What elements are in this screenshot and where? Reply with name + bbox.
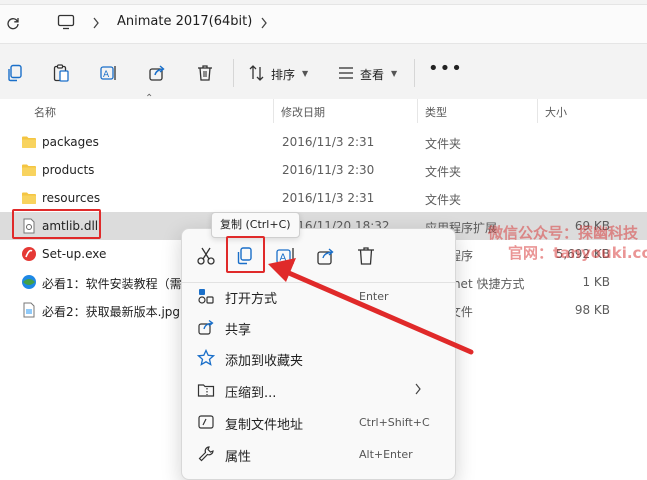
file-row[interactable]: products 2016/11/3 2:30 文件夹 — [0, 156, 647, 184]
file-type: 文件夹 — [425, 165, 462, 179]
url-shortcut-icon — [22, 275, 36, 289]
share-icon — [198, 319, 214, 335]
cut-icon[interactable] — [195, 245, 217, 267]
chevron-down-icon[interactable]: ▼ — [302, 69, 308, 78]
watermark-line2: 官网：tanyouki.com — [508, 244, 647, 262]
more-options-button[interactable]: ••• — [428, 60, 463, 78]
share-icon[interactable] — [147, 63, 167, 83]
copy-icon[interactable] — [5, 63, 25, 83]
file-row[interactable]: packages 2016/11/3 2:31 文件夹 — [0, 128, 647, 156]
menu-item-label: 添加到收藏夹 — [225, 354, 304, 369]
zip-folder-icon — [197, 384, 215, 397]
sort-button-label[interactable]: 排序 — [271, 66, 295, 83]
breadcrumb-current-folder[interactable]: Animate 2017(64bit) — [117, 14, 252, 29]
column-divider[interactable] — [273, 99, 274, 123]
file-date: 2016/11/3 2:31 — [282, 135, 375, 149]
star-icon — [197, 349, 215, 366]
menu-item-label: 打开方式 — [225, 292, 278, 307]
file-type: 文件夹 — [425, 193, 462, 207]
this-pc-icon[interactable] — [57, 14, 75, 30]
file-date: 2016/11/3 2:31 — [282, 191, 375, 205]
menu-item-compress[interactable]: 压缩到... — [182, 375, 455, 405]
refresh-icon[interactable] — [6, 16, 20, 30]
menu-item-open-with[interactable]: 打开方式 Enter — [182, 281, 455, 311]
menu-item-properties[interactable]: 属性 Alt+Enter — [182, 439, 455, 469]
column-divider[interactable] — [537, 99, 538, 123]
toolbar-separator — [414, 59, 415, 87]
file-name: 必看2：获取最新版本.jpg — [42, 305, 181, 319]
svg-text:A: A — [280, 253, 287, 264]
view-icon[interactable] — [336, 63, 356, 83]
view-button-label[interactable]: 查看 — [360, 66, 384, 83]
column-header: 名称 修改日期 类型 大小 — [0, 99, 647, 123]
sort-icon[interactable] — [247, 63, 267, 83]
share-icon[interactable] — [315, 245, 337, 267]
menu-item-shortcut: Ctrl+Shift+C — [359, 416, 430, 429]
menu-item-shortcut: Alt+Enter — [359, 448, 413, 461]
column-header-name[interactable]: 名称 — [34, 104, 56, 120]
highlight-box-file — [12, 209, 101, 239]
file-name: Set-up.exe — [42, 247, 107, 261]
column-divider[interactable] — [417, 99, 418, 123]
column-header-date[interactable]: 修改日期 — [281, 104, 325, 120]
file-name: 必看1：软件安装教程（需 — [42, 277, 182, 291]
column-header-type[interactable]: 类型 — [425, 104, 447, 120]
menu-item-label: 共享 — [225, 323, 252, 338]
file-name: resources — [42, 191, 101, 205]
file-name: packages — [42, 135, 99, 149]
file-name: products — [42, 163, 95, 177]
toolbar-separator — [233, 59, 234, 87]
menu-item-label: 复制文件地址 — [225, 418, 304, 433]
folder-icon — [22, 164, 36, 176]
file-row[interactable]: resources 2016/11/3 2:31 文件夹 — [0, 184, 647, 212]
svg-text:A: A — [103, 70, 110, 80]
chevron-right-icon[interactable] — [92, 17, 100, 29]
paste-icon[interactable] — [51, 63, 71, 83]
menu-item-share[interactable]: 共享 — [182, 312, 455, 342]
context-menu: A 打开方式 Enter 共享 添加到收藏夹 压缩到... 复制文件地址 Ctr… — [181, 228, 456, 480]
file-type: 文件夹 — [425, 137, 462, 151]
copy-path-icon — [198, 415, 214, 429]
menu-item-add-favorites[interactable]: 添加到收藏夹 — [182, 343, 455, 373]
folder-icon — [22, 136, 36, 148]
menu-item-copy-path[interactable]: 复制文件地址 Ctrl+Shift+C — [182, 407, 455, 437]
column-header-size[interactable]: 大小 — [545, 104, 567, 120]
open-with-icon — [198, 289, 214, 304]
delete-icon[interactable] — [355, 245, 377, 267]
rename-icon[interactable]: A — [275, 245, 297, 267]
delete-icon[interactable] — [195, 63, 215, 83]
file-size: 1 KB — [582, 275, 610, 289]
image-file-icon — [23, 302, 35, 318]
exe-file-icon — [22, 247, 36, 261]
chevron-right-icon[interactable] — [260, 17, 268, 29]
file-date: 2016/11/3 2:30 — [282, 163, 375, 177]
menu-item-label: 压缩到... — [225, 386, 277, 401]
watermark-line1: 微信公众号：探幽科技 — [488, 224, 639, 242]
chevron-right-icon — [415, 383, 421, 395]
file-size: 98 KB — [574, 303, 610, 317]
highlight-box-copy — [226, 236, 265, 273]
address-bar: Animate 2017(64bit) — [0, 0, 647, 47]
menu-item-shortcut: Enter — [359, 290, 389, 303]
command-bar: A 排序 ▼ 查看 ▼ ••• — [0, 47, 647, 100]
wrench-icon — [198, 446, 214, 462]
rename-icon[interactable]: A — [99, 63, 119, 83]
menu-item-label: 属性 — [225, 450, 252, 465]
folder-icon — [22, 192, 36, 204]
copy-tooltip: 复制 (Ctrl+C) — [211, 212, 300, 238]
chevron-down-icon[interactable]: ▼ — [391, 69, 397, 78]
